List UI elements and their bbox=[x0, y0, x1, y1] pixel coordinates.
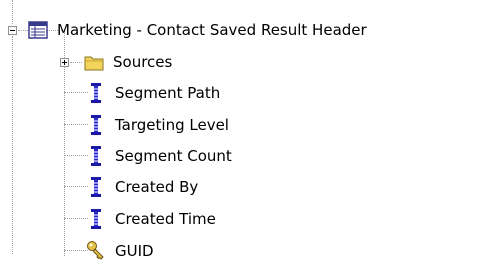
tree-node-segment-path[interactable]: Segment Path bbox=[86, 79, 220, 107]
tree-node-label: GUID bbox=[115, 242, 154, 260]
tree-node-segment-count[interactable]: Segment Count bbox=[86, 142, 232, 170]
root-collapse-toggle[interactable] bbox=[8, 26, 17, 35]
tree-node-label: Sources bbox=[113, 53, 173, 71]
tree-line-child-3 bbox=[64, 155, 88, 156]
tree-node-targeting-level[interactable]: Targeting Level bbox=[86, 111, 229, 139]
column-icon bbox=[86, 81, 106, 105]
tree-node-label: Marketing - Contact Saved Result Header bbox=[57, 21, 367, 39]
tree-line-child-0 bbox=[70, 62, 82, 63]
tree-line-child-5 bbox=[64, 218, 88, 219]
tree-node-label: Segment Path bbox=[115, 84, 221, 102]
column-icon bbox=[86, 175, 106, 199]
tree-node-sources[interactable]: Sources bbox=[84, 48, 172, 76]
tree-node-created-by[interactable]: Created By bbox=[86, 173, 198, 201]
tree-line-child-6 bbox=[64, 250, 88, 251]
tree-line-root-to-children bbox=[12, 36, 13, 254]
tree-line-top bbox=[12, 0, 13, 24]
tree-line-child-4 bbox=[64, 186, 88, 187]
tree-node-guid[interactable]: GUID bbox=[86, 237, 154, 265]
key-icon bbox=[86, 239, 106, 263]
tree-line-child-1 bbox=[64, 92, 88, 93]
tree-view[interactable]: Marketing - Contact Saved Result Header … bbox=[0, 0, 484, 266]
sources-expand-toggle[interactable] bbox=[60, 58, 69, 67]
column-icon bbox=[86, 144, 106, 168]
tree-node-root[interactable]: Marketing - Contact Saved Result Header bbox=[28, 16, 367, 44]
column-icon bbox=[86, 207, 106, 231]
tree-node-label: Created Time bbox=[115, 210, 216, 228]
tree-node-label: Targeting Level bbox=[115, 116, 229, 134]
column-icon bbox=[86, 113, 106, 137]
tree-node-label: Segment Count bbox=[115, 147, 232, 165]
tree-node-created-time[interactable]: Created Time bbox=[86, 205, 216, 233]
table-icon bbox=[28, 18, 48, 42]
tree-line-child-2 bbox=[64, 124, 88, 125]
tree-node-label: Created By bbox=[115, 178, 199, 196]
folder-icon bbox=[84, 50, 104, 74]
